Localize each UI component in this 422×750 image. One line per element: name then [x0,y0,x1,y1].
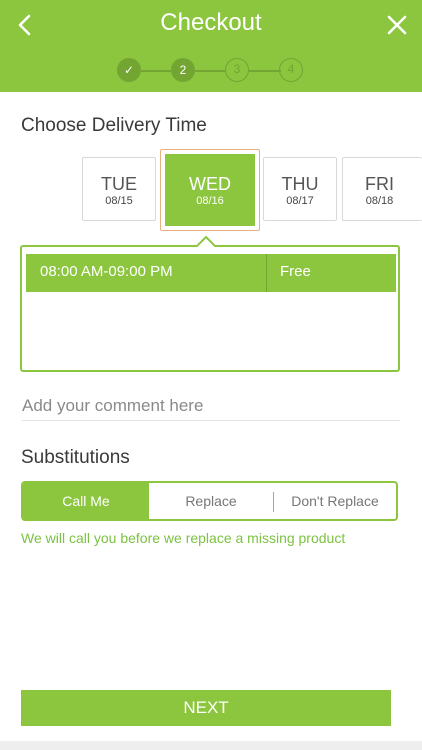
bottom-edge [0,741,422,750]
time-slot-row[interactable]: 08:00 AM-09:00 PM Free [26,254,396,292]
close-icon[interactable] [384,10,410,40]
time-slot-panel: 08:00 AM-09:00 PM Free [20,245,400,372]
day-name: TUE [101,174,137,194]
day-name: WED [189,174,231,194]
step-2: 2 [171,58,195,82]
substitutions-heading: Substitutions [21,447,130,468]
day-date: 08/15 [105,195,133,207]
comment-input[interactable] [22,392,400,421]
slot-price: Free [280,263,311,280]
selected-day-fill: WED 08/16 [165,154,255,226]
day-date: 08/18 [365,195,394,207]
step-connector [249,70,281,72]
day-tue[interactable]: TUE 08/15 [82,157,156,221]
step-4: 4 [279,58,303,82]
next-button[interactable]: NEXT [21,690,391,726]
delivery-time-heading: Choose Delivery Time [21,115,207,136]
checkout-header: Checkout ✓ 2 3 4 [0,0,422,92]
option-dont-replace[interactable]: Don't Replace [274,483,396,519]
day-thu[interactable]: THU 08/17 [263,157,337,221]
day-name: FRI [365,174,394,194]
substitution-note: We will call you before we replace a mis… [21,530,346,546]
day-name: THU [281,174,319,194]
day-date: 08/17 [286,195,314,207]
option-call-me[interactable]: Call Me [23,483,149,519]
step-connector [195,70,225,72]
slot-time: 08:00 AM-09:00 PM [40,263,173,280]
option-replace[interactable]: Replace [149,483,273,519]
day-wed-selected[interactable]: WED 08/16 [160,149,260,231]
slot-divider [266,254,267,292]
day-fri[interactable]: FRI 08/18 [342,157,422,221]
step-1-check-icon: ✓ [117,58,141,82]
page-title: Checkout [160,9,262,36]
day-date: 08/16 [196,195,224,207]
checkout-progress-steps: ✓ 2 3 4 [117,58,305,84]
substitution-options: Call Me Replace Don't Replace [21,481,398,521]
panel-pointer-caret [196,235,216,247]
step-3: 3 [225,58,249,82]
step-connector [141,70,171,72]
